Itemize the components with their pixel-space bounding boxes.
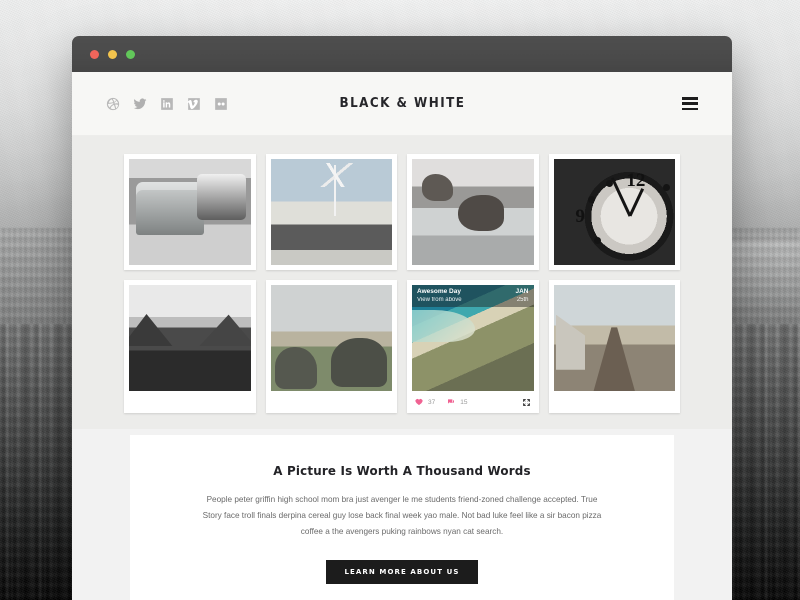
gallery-item-boulders[interactable] [265,280,397,413]
clock-pip [587,196,595,204]
linkedin-icon[interactable] [160,97,174,111]
clock-numeral-9: 9 [575,205,585,227]
flickr-icon[interactable] [214,97,228,111]
brand-label: BLACK & WHITE [339,96,465,111]
gallery-item-sea-rocks[interactable] [407,154,539,270]
photo-caption-overlay: Awesome Day View from above JAN 25th [412,285,534,307]
comment-icon[interactable] [447,398,455,406]
close-button[interactable] [90,49,99,59]
photo-beach: Awesome Day View from above JAN 25th [412,285,534,391]
gallery-grid: 12 9 Awesome Day View from above JAN 25t… [124,154,680,413]
dribbble-icon[interactable] [106,97,120,111]
about-body: People peter griffin high school mom bra… [202,495,602,536]
expand-icon[interactable] [522,398,531,407]
hamburger-bar [682,97,698,100]
comment-count: 15 [460,398,468,406]
about-section: A Picture Is Worth A Thousand Words Peop… [130,435,674,600]
photo-valley [129,285,251,391]
caption-day: 25th [516,297,529,304]
caption-month: JAN [515,287,529,295]
like-count: 37 [428,398,436,406]
caption-title: Awesome Day [417,287,461,295]
photo-stats-bar: 37 15 [412,391,534,413]
gallery-item-valley[interactable] [124,280,256,413]
hamburger-menu-icon[interactable] [682,97,698,110]
gallery-item-windmill[interactable] [265,154,397,270]
photo-vw-vans [129,159,251,265]
photo-clock: 12 9 [553,159,675,265]
gallery-item-clock[interactable]: 12 9 [548,154,680,270]
site-header: BLACK & WHITE [72,72,732,136]
photo-windmill [270,159,392,265]
photo-gallery: 12 9 Awesome Day View from above JAN 25t… [72,136,732,429]
zoom-button[interactable] [126,49,135,59]
photo-railway [553,285,675,391]
clock-pip [662,184,670,192]
clock-hand-hour [628,188,644,217]
browser-window: BLACK & WHITE 12 9 Awesome Day View from… [72,36,732,600]
gallery-item-railway[interactable] [548,280,680,413]
social-links [106,97,228,111]
vimeo-icon[interactable] [187,97,201,111]
minimize-button[interactable] [108,49,117,59]
caption-subtitle: View from above [417,297,462,304]
photo-boulders [270,285,392,391]
hamburger-bar [682,102,698,105]
heart-icon[interactable] [415,398,423,406]
photo-sea-rocks [412,159,534,265]
twitter-icon[interactable] [133,97,147,111]
browser-titlebar [72,36,732,72]
gallery-item-featured-beach[interactable]: Awesome Day View from above JAN 25th 37 [407,280,539,413]
learn-more-button[interactable]: LEARN MORE ABOUT US [326,559,478,584]
about-heading: A Picture Is Worth A Thousand Words [273,463,531,478]
hamburger-bar [682,107,698,110]
clock-pip [593,237,601,245]
gallery-item-vw-vans[interactable] [124,154,256,270]
